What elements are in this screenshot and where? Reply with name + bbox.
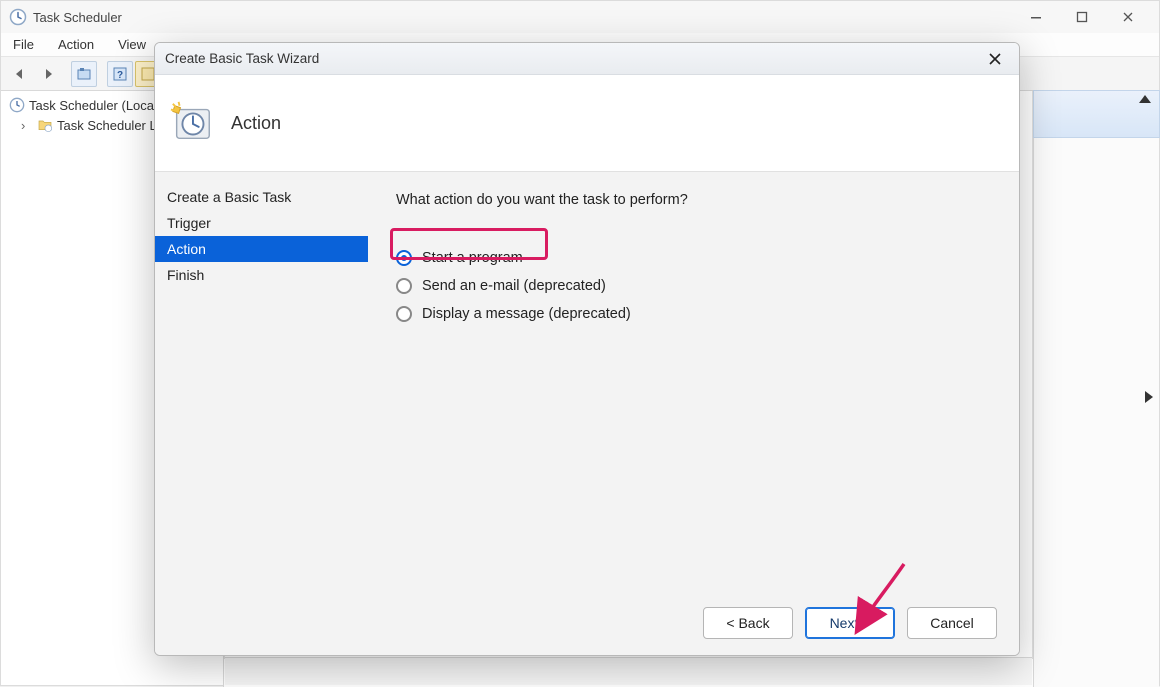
wizard-nav: Create a Basic Task Trigger Action Finis… — [155, 172, 368, 591]
svg-text:?: ? — [117, 70, 123, 81]
collapse-up-icon[interactable] — [1139, 95, 1151, 103]
radio-icon — [396, 250, 412, 266]
actions-header — [1033, 90, 1160, 138]
main-title: Task Scheduler — [33, 10, 122, 25]
up-level-icon[interactable] — [71, 61, 97, 87]
radio-display-message[interactable]: Display a message (deprecated) — [396, 300, 991, 328]
radio-display-message-label: Display a message (deprecated) — [422, 306, 631, 322]
folder-clock-icon — [37, 117, 53, 133]
chevron-right-icon — [1145, 391, 1153, 403]
menu-action[interactable]: Action — [52, 35, 100, 54]
status-bar — [225, 657, 1032, 685]
back-button[interactable]: < Back — [703, 607, 793, 639]
nav-create-basic-task[interactable]: Create a Basic Task — [155, 184, 368, 210]
dialog-close-button[interactable] — [981, 49, 1009, 69]
radio-icon — [396, 306, 412, 322]
minimize-button[interactable] — [1013, 1, 1059, 33]
nav-finish[interactable]: Finish — [155, 262, 368, 288]
actions-pane — [1033, 91, 1159, 687]
menu-view[interactable]: View — [112, 35, 152, 54]
action-question: What action do you want the task to perf… — [396, 192, 991, 208]
dialog-footer: < Back Next > Cancel — [155, 591, 1019, 655]
clock-icon — [9, 97, 25, 113]
wizard-dialog: Create Basic Task Wizard Action Create a… — [154, 42, 1020, 656]
menu-file[interactable]: File — [7, 35, 40, 54]
wizard-clock-icon — [169, 100, 215, 146]
next-button[interactable]: Next > — [805, 607, 895, 639]
back-icon[interactable] — [7, 61, 33, 87]
nav-action[interactable]: Action — [155, 236, 368, 262]
dialog-heading: Action — [231, 113, 281, 134]
maximize-button[interactable] — [1059, 1, 1105, 33]
main-titlebar: Task Scheduler — [1, 1, 1159, 33]
close-button[interactable] — [1105, 1, 1151, 33]
radio-start-program[interactable]: Start a program — [396, 244, 991, 272]
radio-start-program-label: Start a program — [422, 250, 523, 266]
dialog-header: Action — [155, 75, 1019, 171]
clock-icon — [9, 8, 27, 26]
radio-send-email-label: Send an e-mail (deprecated) — [422, 278, 606, 294]
forward-icon[interactable] — [35, 61, 61, 87]
radio-send-email[interactable]: Send an e-mail (deprecated) — [396, 272, 991, 300]
nav-trigger[interactable]: Trigger — [155, 210, 368, 236]
help-icon[interactable]: ? — [107, 61, 133, 87]
dialog-title: Create Basic Task Wizard — [165, 51, 319, 66]
tree-root-label: Task Scheduler (Local) — [29, 98, 161, 113]
chevron-right-icon: › — [21, 118, 33, 133]
radio-icon — [396, 278, 412, 294]
cancel-button[interactable]: Cancel — [907, 607, 997, 639]
wizard-content: What action do you want the task to perf… — [368, 172, 1019, 591]
dialog-titlebar: Create Basic Task Wizard — [155, 43, 1019, 75]
